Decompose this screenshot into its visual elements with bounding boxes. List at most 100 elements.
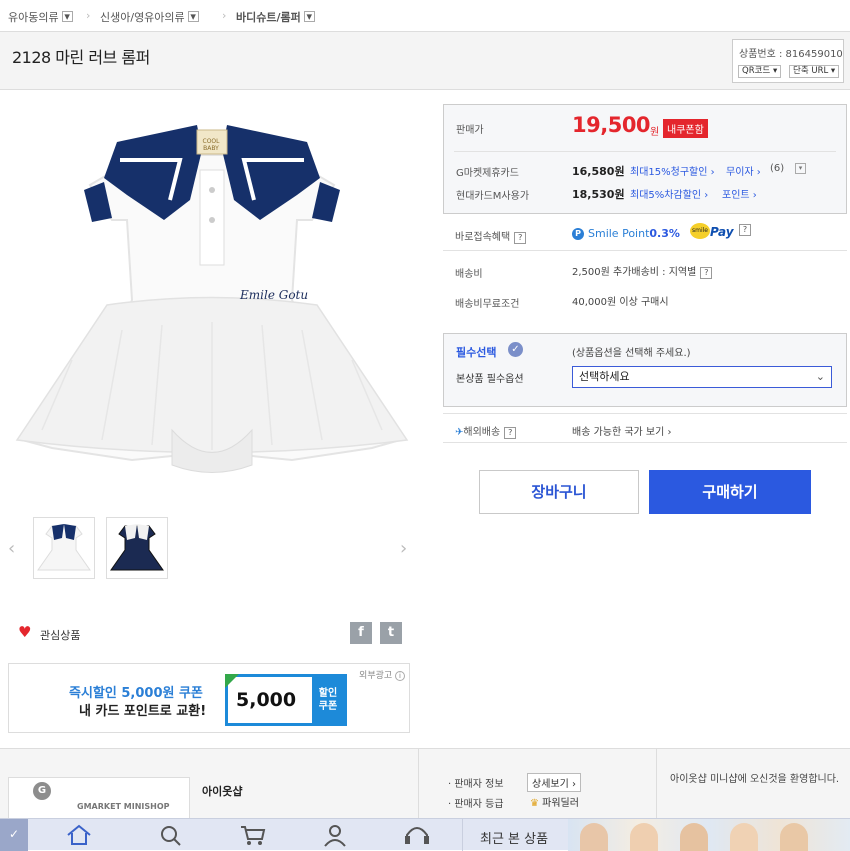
card2-label: 현대카드M사용가	[456, 191, 530, 202]
help-icon[interactable]: ?	[739, 224, 751, 236]
facebook-icon[interactable]: f	[350, 622, 372, 644]
card2-discount[interactable]: 최대5%차감할인 ›	[630, 186, 708, 201]
info-icon[interactable]: i	[395, 671, 405, 681]
smile-point-icon: P	[572, 228, 584, 240]
home-icon[interactable]	[64, 823, 94, 847]
ad-coupon-corner	[225, 674, 239, 688]
divider	[656, 749, 657, 819]
check-icon: ✓	[508, 342, 523, 357]
overseas-label: ✈해외배송?	[455, 423, 517, 439]
embroidery-text: Emile Gotu	[240, 288, 309, 302]
shop-name[interactable]: 아이옷샵	[202, 783, 242, 799]
divider	[418, 749, 419, 819]
seller-grade-value: ♛ 파워딜러	[530, 798, 579, 809]
seller-grade-label: · 판매자 등급	[448, 799, 504, 810]
collar-tag-text: COOL BABY	[202, 138, 220, 152]
free-shipping-label: 배송비무료조건	[455, 299, 520, 310]
card1-price: 16,580원	[572, 165, 625, 178]
coupon-badge[interactable]: 내쿠폰함	[663, 119, 708, 138]
thumbnail-white-romper[interactable]	[33, 517, 95, 579]
benefit-label: 바로접속혜택?	[455, 228, 527, 244]
minishop-logo-icon: G	[33, 782, 51, 800]
divider	[443, 413, 847, 414]
chevron-down-icon[interactable]: ▾	[795, 163, 806, 174]
breadcrumb: 유아동의류 ▾ › 신생아/영유아의류 ▾ › 바디슈트/롬퍼 ▾	[0, 0, 850, 32]
option-select[interactable]: 선택하세요 ⌄	[572, 366, 832, 388]
product-number-box: 상품번호 : 816459010 QR코드 ▾ 단축 URL ▾	[732, 39, 844, 83]
option-label: 본상품 필수옵션	[456, 374, 524, 385]
cart-icon[interactable]	[238, 823, 268, 847]
chevron-down-icon[interactable]: ▾	[303, 11, 315, 22]
option-hint: (상품옵션을 선택해 주세요.)	[572, 348, 691, 359]
ad-coupon-value: 5,000	[236, 689, 297, 711]
recent-product-thumb[interactable]	[730, 823, 758, 851]
divider	[462, 819, 463, 851]
help-icon[interactable]: ?	[514, 232, 527, 244]
ad-line1: 즉시할인 5,000원 쿠폰	[69, 686, 203, 701]
price-label: 판매가	[456, 125, 484, 136]
product-number: 상품번호 : 816459010	[739, 49, 843, 60]
recent-products-label[interactable]: 최근 본 상품	[480, 828, 548, 847]
help-icon[interactable]: ?	[504, 427, 517, 439]
breadcrumb-level3[interactable]: 바디슈트/롬퍼 ▾	[236, 9, 315, 25]
card2-price: 18,530원	[572, 188, 625, 201]
breadcrumb-level2[interactable]: 신생아/영유아의류 ▾	[100, 9, 199, 25]
ad-banner[interactable]: 외부광고 i 즉시할인 5,000원 쿠폰 내 카드 포인트로 교환! 5,00…	[8, 663, 410, 733]
seller-info-label: · 판매자 정보	[448, 779, 504, 790]
breadcrumb-separator: ›	[86, 9, 91, 22]
card1-count: (6)	[770, 163, 785, 174]
search-icon[interactable]	[156, 823, 186, 847]
wishlist-label[interactable]: 관심상품	[40, 627, 80, 643]
smile-point-label: Smile Point0.3%	[588, 227, 680, 240]
help-icon[interactable]: ?	[700, 267, 713, 279]
smile-pay-label: Pay	[710, 225, 734, 239]
cart-button[interactable]: 장바구니	[479, 470, 639, 514]
overseas-link[interactable]: 배송 가능한 국가 보기 ›	[572, 423, 672, 438]
seller-detail-button[interactable]: 상세보기 ›	[527, 773, 581, 792]
minishop-card[interactable]: G GMARKET MINISHOP	[8, 777, 190, 819]
thumbnail-image	[110, 524, 164, 571]
chevron-down-icon[interactable]: ▾	[187, 11, 199, 22]
breadcrumb-level1[interactable]: 유아동의류 ▾	[8, 9, 73, 25]
chevron-down-icon[interactable]: ▾	[61, 11, 73, 22]
heart-icon[interactable]: ♥	[18, 625, 31, 640]
recent-products-thumbnails[interactable]	[568, 819, 850, 851]
price-box: 판매가 19,500 원 내쿠폰함 G마켓제휴카드 16,580원 최대15%청…	[443, 104, 847, 214]
recent-product-thumb[interactable]	[580, 823, 608, 851]
required-label: 필수선택	[456, 346, 497, 359]
ad-line2: 내 카드 포인트로 교환!	[79, 704, 207, 719]
headset-icon[interactable]	[402, 823, 432, 847]
buy-button[interactable]: 구매하기	[649, 470, 811, 514]
product-main-image[interactable]: COOL BABY Emile Gotu	[12, 100, 412, 500]
qr-code-button[interactable]: QR코드 ▾	[738, 65, 782, 78]
seller-section: G GMARKET MINISHOP 아이옷샵 · 판매자 정보 상세보기 › …	[0, 748, 850, 819]
user-icon[interactable]	[320, 823, 350, 847]
romper-illustration	[15, 125, 409, 473]
crown-icon: ♛	[530, 798, 539, 809]
smile-pay-icon: smile	[690, 223, 710, 239]
card1-discount[interactable]: 최대15%청구할인 ›	[630, 163, 715, 178]
shipping-fee-label: 배송비	[455, 269, 483, 280]
chevron-down-icon: ⌄	[815, 370, 825, 383]
minishop-label: GMARKET MINISHOP	[77, 802, 170, 811]
card1-extra[interactable]: 무이자 ›	[726, 163, 761, 178]
recent-product-thumb[interactable]	[630, 823, 658, 851]
card2-extra[interactable]: 포인트 ›	[722, 186, 757, 201]
thumb-next-arrow[interactable]: ›	[400, 538, 407, 559]
collapse-icon[interactable]: ✓	[0, 819, 28, 851]
divider	[443, 250, 847, 251]
free-shipping-value: 40,000원 이상 구매시	[572, 297, 669, 308]
breadcrumb-separator: ›	[222, 9, 227, 22]
divider	[443, 442, 847, 443]
short-url-button[interactable]: 단축 URL ▾	[789, 65, 840, 78]
price-value: 19,500	[572, 113, 651, 137]
price-unit: 원	[650, 127, 660, 138]
divider	[454, 151, 836, 152]
recent-product-thumb[interactable]	[680, 823, 708, 851]
page-title: 2128 마린 러브 롬퍼	[12, 48, 150, 67]
bottom-nav: ✓ 최근 본 상품	[0, 818, 850, 851]
twitter-icon[interactable]: t	[380, 622, 402, 644]
recent-product-thumb[interactable]	[780, 823, 808, 851]
thumbnail-navy-romper[interactable]	[106, 517, 168, 579]
thumb-prev-arrow[interactable]: ‹	[8, 538, 15, 559]
